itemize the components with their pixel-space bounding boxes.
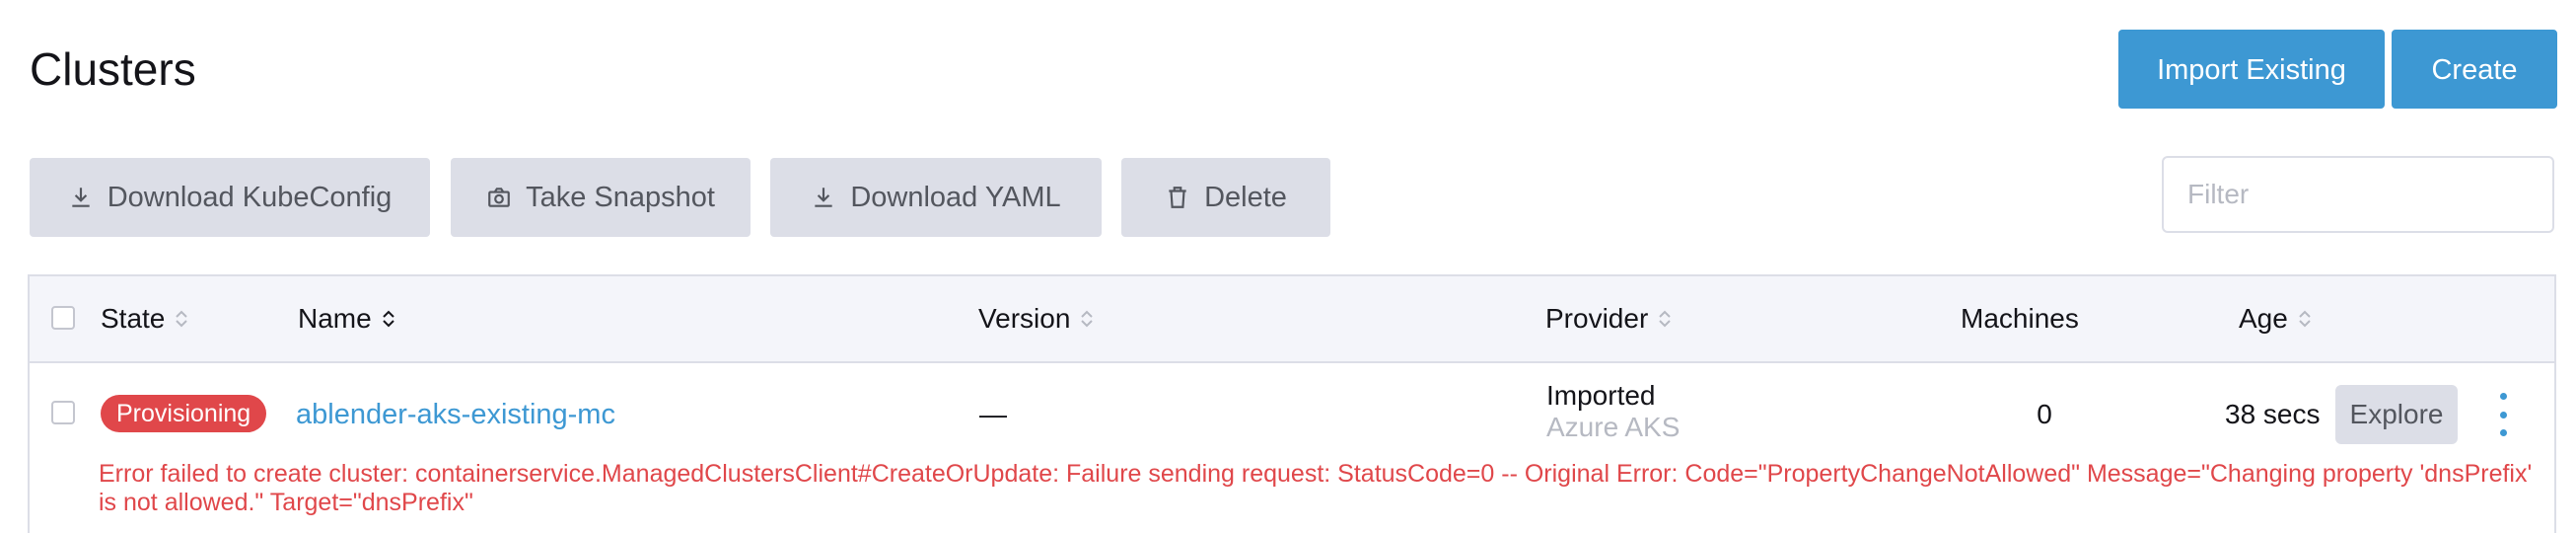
camera-icon — [488, 188, 510, 207]
status-badge: Provisioning — [101, 395, 267, 432]
version-value: — — [979, 399, 1007, 429]
delete-button[interactable]: Delete — [1121, 158, 1330, 237]
filter-input[interactable] — [2162, 156, 2554, 233]
row-actions-menu-icon[interactable] — [2495, 393, 2511, 436]
sort-icon — [382, 310, 394, 328]
column-header-state-label: State — [101, 303, 166, 334]
column-header-provider-label: Provider — [1545, 303, 1649, 334]
column-header-provider[interactable]: Provider — [1545, 276, 1672, 361]
select-all-checkbox[interactable] — [51, 306, 75, 330]
create-button[interactable]: Create — [2392, 30, 2557, 109]
column-header-name[interactable]: Name — [298, 276, 395, 361]
download-icon — [815, 188, 832, 207]
column-header-age[interactable]: Age — [2239, 276, 2312, 361]
trash-icon — [1169, 187, 1186, 208]
row-checkbox[interactable] — [51, 401, 75, 424]
age-value: 38 secs — [2225, 399, 2321, 429]
download-kubeconfig-label: Download KubeConfig — [107, 181, 393, 213]
column-header-version[interactable]: Version — [978, 276, 1094, 361]
column-header-state[interactable]: State — [101, 276, 188, 361]
import-existing-button[interactable]: Import Existing — [2118, 30, 2385, 109]
table-header: State Name Version Provider Machines Age — [30, 276, 2554, 363]
page-title: Clusters — [30, 43, 196, 95]
column-header-machines: Machines — [1961, 276, 2079, 361]
column-header-age-label: Age — [2239, 303, 2288, 334]
column-header-name-label: Name — [298, 303, 372, 334]
column-header-machines-label: Machines — [1961, 303, 2079, 334]
explore-button[interactable]: Explore — [2335, 385, 2458, 444]
download-yaml-label: Download YAML — [850, 181, 1061, 213]
sort-icon — [2299, 310, 2311, 328]
machines-value: 0 — [2037, 399, 2052, 429]
sort-icon — [1659, 310, 1671, 328]
download-yaml-button[interactable]: Download YAML — [770, 158, 1102, 237]
clusters-table: State Name Version Provider Machines Age… — [28, 274, 2556, 533]
provider-sub-value: Azure AKS — [1546, 412, 1681, 442]
sort-icon — [176, 310, 188, 328]
provider-value: Imported — [1546, 380, 1656, 411]
take-snapshot-label: Take Snapshot — [526, 181, 715, 213]
download-kubeconfig-button[interactable]: Download KubeConfig — [30, 158, 430, 237]
take-snapshot-button[interactable]: Take Snapshot — [451, 158, 751, 237]
sort-icon — [1081, 310, 1094, 328]
column-header-version-label: Version — [978, 303, 1071, 334]
delete-label: Delete — [1204, 181, 1287, 213]
download-icon — [72, 188, 90, 207]
row-error-message: Error failed to create cluster: containe… — [99, 460, 2533, 516]
cluster-name-link[interactable]: ablender-aks-existing-mc — [296, 395, 615, 434]
